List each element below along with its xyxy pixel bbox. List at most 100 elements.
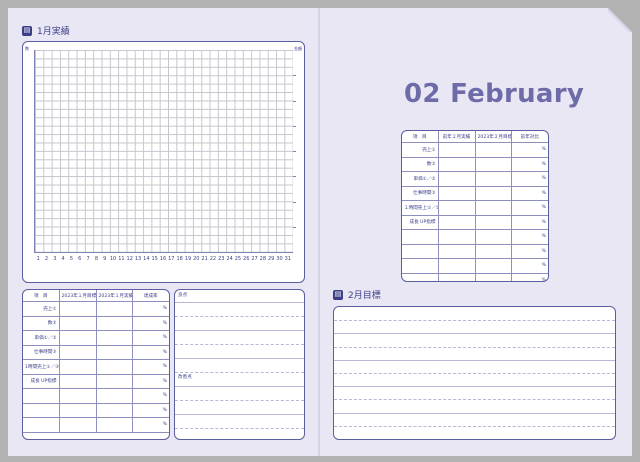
value-cell[interactable]: [95, 402, 133, 418]
axis-tick: [293, 226, 296, 228]
daily-grid: [34, 50, 296, 253]
percent-cell[interactable]: %: [131, 402, 169, 418]
value-cell[interactable]: [474, 171, 512, 187]
february-goal-heading: ▤ 2月目標: [333, 288, 381, 301]
day-label: 7: [86, 256, 90, 262]
value-cell[interactable]: [95, 373, 133, 389]
percent-cell[interactable]: %: [131, 359, 169, 375]
percent-cell[interactable]: %: [131, 373, 169, 389]
value-cell[interactable]: [437, 272, 476, 281]
table-row: 売上①%: [402, 142, 548, 158]
table-row: 数②%: [402, 156, 548, 172]
table-row: %: [402, 258, 548, 274]
value-cell[interactable]: [58, 315, 97, 331]
percent-cell[interactable]: %: [510, 156, 548, 172]
value-cell[interactable]: [95, 388, 133, 404]
axis-tick: [293, 75, 296, 77]
value-cell[interactable]: [474, 156, 512, 172]
value-cell[interactable]: [474, 229, 512, 245]
table-row: %: [402, 272, 548, 281]
row-label: [23, 417, 60, 433]
writing-line: [175, 400, 304, 401]
day-label: 31: [284, 256, 292, 262]
day-label: 25: [234, 256, 242, 262]
value-cell[interactable]: [95, 315, 133, 331]
writing-line: [175, 386, 304, 387]
document-chart-icon: ▤: [22, 25, 32, 36]
january-results-table-panel: 項 目 2023年１月目標 2023年１月実績 達成率 売上①% 数②% 単価①／②% 仕事…: [22, 289, 170, 440]
day-label: 13: [134, 256, 142, 262]
row-label: [402, 272, 439, 281]
value-cell[interactable]: [58, 301, 97, 317]
value-cell[interactable]: [95, 301, 133, 317]
axis-tick: [293, 125, 296, 127]
row-label: 仕事時間③: [402, 185, 439, 201]
day-label: 19: [184, 256, 192, 262]
value-cell[interactable]: [437, 214, 476, 230]
percent-cell[interactable]: %: [510, 214, 548, 230]
value-cell[interactable]: [474, 272, 512, 281]
row-label: [23, 402, 60, 418]
value-cell[interactable]: [58, 359, 97, 375]
day-label: 6: [78, 256, 82, 262]
value-cell[interactable]: [58, 402, 97, 418]
day-label: 27: [251, 256, 258, 262]
percent-cell[interactable]: %: [510, 229, 548, 245]
value-cell[interactable]: [58, 330, 97, 346]
value-cell[interactable]: [437, 229, 476, 245]
percent-cell[interactable]: %: [131, 344, 169, 360]
percent-cell[interactable]: %: [510, 272, 548, 281]
percent-cell[interactable]: %: [131, 315, 169, 331]
reflection-memo-panel: 良点 改善点: [174, 289, 305, 440]
value-cell[interactable]: [437, 200, 476, 216]
value-cell[interactable]: [474, 243, 512, 259]
percent-cell[interactable]: %: [131, 301, 169, 317]
value-cell[interactable]: [474, 258, 512, 274]
value-cell[interactable]: [95, 330, 133, 346]
day-label: 22: [209, 256, 217, 262]
day-label: 5: [69, 256, 74, 262]
percent-cell[interactable]: %: [131, 388, 169, 404]
table-row: 1時間売上①／③%: [23, 359, 169, 375]
value-cell[interactable]: [58, 388, 97, 404]
value-cell[interactable]: [58, 417, 97, 433]
value-cell[interactable]: [437, 171, 476, 187]
row-label: [402, 229, 439, 245]
value-cell[interactable]: [474, 185, 512, 201]
percent-cell[interactable]: %: [510, 185, 548, 201]
value-cell[interactable]: [437, 243, 476, 259]
value-cell[interactable]: [474, 200, 512, 216]
row-label: 成長 UP指標: [23, 373, 60, 389]
value-cell[interactable]: [95, 344, 133, 360]
percent-cell[interactable]: %: [131, 330, 169, 346]
february-target-table: 項 目前年２月実績 2023年２月目標 前年対比 売上①% 数②% 単価①／②% 仕事時間…: [402, 131, 548, 281]
value-cell[interactable]: [437, 142, 476, 158]
day-label: 24: [226, 256, 233, 262]
value-cell[interactable]: [58, 373, 97, 389]
column-header: 2023年２月目標: [474, 131, 512, 143]
value-cell[interactable]: [58, 344, 97, 360]
percent-cell[interactable]: %: [510, 258, 548, 274]
percent-cell[interactable]: %: [510, 243, 548, 259]
document-chart-icon: ▤: [333, 289, 343, 300]
value-cell[interactable]: [95, 417, 133, 433]
day-label: 20: [193, 256, 200, 262]
table-row: %: [402, 243, 548, 259]
percent-cell[interactable]: %: [510, 200, 548, 216]
percent-cell[interactable]: %: [510, 142, 548, 158]
writing-line: [175, 358, 304, 359]
value-cell[interactable]: [95, 359, 133, 375]
column-header: 前年対比: [510, 131, 548, 143]
day-label: 18: [176, 256, 183, 262]
axis-tick: [293, 100, 296, 102]
percent-cell[interactable]: %: [131, 417, 169, 433]
value-cell[interactable]: [437, 156, 476, 172]
row-label: [402, 258, 439, 274]
value-cell[interactable]: [437, 258, 476, 274]
value-cell[interactable]: [437, 185, 476, 201]
value-cell[interactable]: [474, 214, 512, 230]
percent-cell[interactable]: %: [510, 171, 548, 187]
value-cell[interactable]: [474, 142, 512, 158]
column-header: 2023年１月実績: [95, 290, 133, 302]
day-label: 15: [151, 256, 158, 262]
